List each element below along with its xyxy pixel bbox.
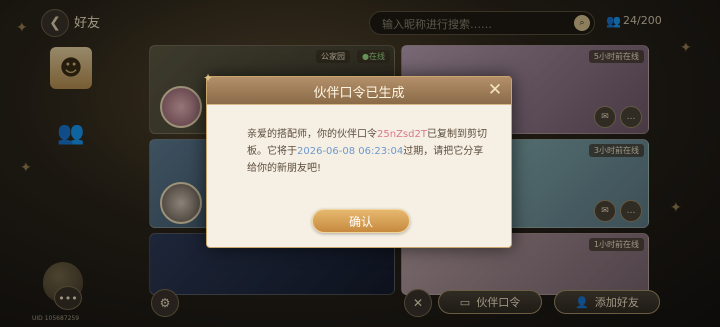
dialog-title: 伙伴口令已生成 bbox=[313, 86, 405, 101]
close-icon[interactable]: ✕ bbox=[485, 80, 505, 100]
dialog-message: 亲爱的搭配师，你的伙伴口令25nZsd2T已复制到剪切板。它将于2026-06-… bbox=[247, 126, 487, 177]
partner-code-value: 25nZsd2T bbox=[377, 129, 427, 140]
dialog-header: ✦ 伙伴口令已生成 ✕ bbox=[203, 71, 511, 105]
confirm-button[interactable]: 确认 bbox=[312, 209, 410, 233]
message-text: 亲爱的搭配师，你的伙伴口令 bbox=[247, 129, 377, 140]
expire-time: 2026-06-08 06:23:04 bbox=[297, 146, 404, 157]
partner-code-dialog: ✦ 伙伴口令已生成 ✕ 亲爱的搭配师，你的伙伴口令25nZsd2T已复制到剪切板… bbox=[203, 71, 512, 248]
